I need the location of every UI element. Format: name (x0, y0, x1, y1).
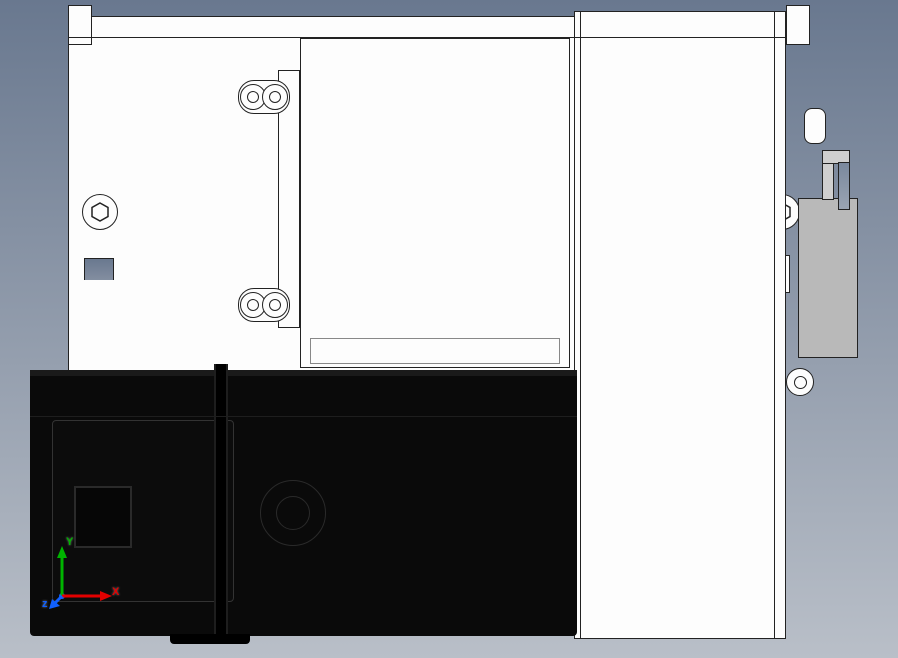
motor-body-split (30, 416, 577, 417)
motor-bottom-foot (170, 634, 250, 644)
front-plate-inner-outline (310, 338, 560, 364)
white-front-standoff-plate (300, 38, 570, 368)
top-left-flange (68, 5, 92, 45)
top-right-flange (786, 5, 810, 45)
motor-connector-block (74, 486, 132, 548)
motor-top-edge (30, 370, 577, 376)
top-right-connector-stud (804, 108, 826, 144)
right-column-inner-line (580, 11, 581, 639)
back-plate-top-edge (68, 37, 786, 38)
cad-viewport[interactable]: X Y z (0, 0, 898, 658)
right-column-inner-line-2 (774, 11, 775, 639)
bottom-left-notch (84, 258, 114, 280)
standoff-top-screw-right (262, 84, 288, 110)
motor-clamp-band (214, 364, 228, 634)
cap-screw-left (82, 194, 118, 230)
lower-right-boss (786, 368, 814, 396)
black-servo-motor-body (30, 370, 577, 636)
motor-hub-circle-inner (276, 496, 310, 530)
right-grey-bracket-slot (838, 162, 850, 210)
right-front-column (574, 11, 786, 639)
right-grey-bracket-body (798, 198, 858, 358)
standoff-bottom-screw-right (262, 292, 288, 318)
